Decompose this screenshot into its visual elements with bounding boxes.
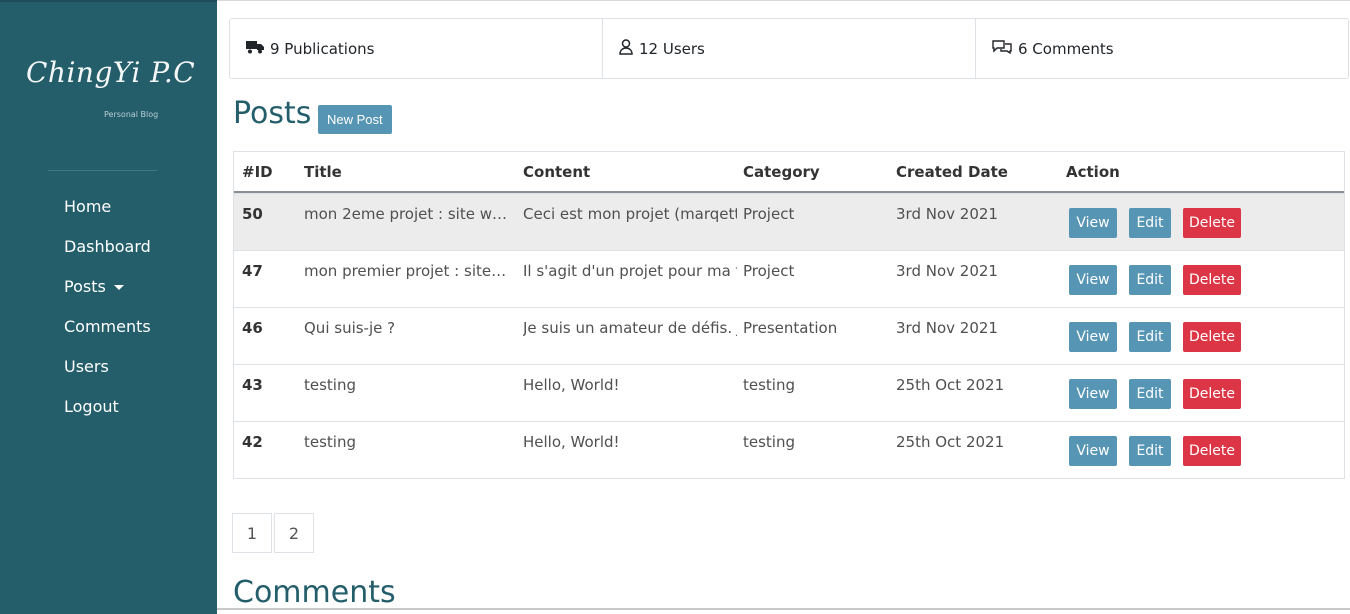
cell-id: 50 [242,205,263,223]
new-post-button[interactable]: New Post [318,105,392,134]
window-bottom-border [217,608,1350,610]
comments-icon [992,39,1018,58]
sidebar-item-users[interactable]: Users [64,356,151,396]
table-row: 42 testing Hello, World! testing 25th Oc… [234,421,1344,478]
posts-table: #ID Title Content Category Created Date … [233,151,1345,479]
cell-title: Qui suis-je ? [304,319,396,337]
brand-tagline: Personal Blog [104,110,159,119]
delete-button[interactable]: Delete [1183,322,1241,352]
stat-comments: 6 Comments [975,19,1348,78]
sidebar-item-dashboard[interactable]: Dashboard [64,236,151,276]
sidebar: ChingYi P.C Personal Blog Home Dashboard… [0,0,217,614]
view-button[interactable]: View [1069,379,1117,409]
edit-button[interactable]: Edit [1129,208,1171,238]
cell-category: testing [743,376,796,394]
cell-category: Project [743,205,795,223]
page-link-1[interactable]: 1 [232,513,272,553]
stat-publications: 9 Publications [230,19,602,78]
cell-category: testing [743,433,796,451]
cell-id: 47 [242,262,263,280]
pagination: 1 2 [232,513,316,553]
table-header: #ID Title Content Category Created Date … [234,152,1344,193]
table-row: 47 mon premier projet : site w... Il s'a… [234,250,1344,307]
column-header-created-date[interactable]: Created Date [896,163,1008,181]
delete-button[interactable]: Delete [1183,436,1241,466]
posts-heading: Posts [233,96,312,131]
column-header-category[interactable]: Category [743,163,820,181]
sidebar-item-comments[interactable]: Comments [64,316,151,356]
edit-button[interactable]: Edit [1129,379,1171,409]
view-button[interactable]: View [1069,322,1117,352]
cell-date: 3rd Nov 2021 [896,205,998,223]
page-link-2[interactable]: 2 [274,513,314,553]
cell-content: Hello, World! [523,376,620,394]
cell-title: mon 2eme projet : site we... [304,205,509,223]
sidebar-item-logout[interactable]: Logout [64,396,151,436]
sidebar-item-home[interactable]: Home [64,196,151,236]
cell-title: mon premier projet : site w... [304,262,509,280]
table-row: 50 mon 2eme projet : site we... Ceci est… [234,193,1344,250]
cell-date: 3rd Nov 2021 [896,319,998,337]
view-button[interactable]: View [1069,265,1117,295]
brand-logo[interactable]: ChingYi P.C [26,56,195,89]
sidebar-divider [48,170,157,171]
cell-id: 43 [242,376,263,394]
cell-date: 3rd Nov 2021 [896,262,998,280]
delete-button[interactable]: Delete [1183,208,1241,238]
truck-icon [246,40,270,58]
cell-date: 25th Oct 2021 [896,433,1005,451]
cell-category: Project [743,262,795,280]
table-row: 43 testing Hello, World! testing 25th Oc… [234,364,1344,421]
view-button[interactable]: View [1069,436,1117,466]
cell-content: Je suis un amateur de défis. J'a [523,319,737,337]
main-top-border [217,0,1350,1]
edit-button[interactable]: Edit [1129,322,1171,352]
caret-down-icon [113,285,124,290]
stat-users: 12 Users [602,19,975,78]
table-row: 46 Qui suis-je ? Je suis un amateur de d… [234,307,1344,364]
cell-content: Hello, World! [523,433,620,451]
sidebar-nav: Home Dashboard Posts Comments Users Logo… [64,196,151,436]
cell-category: Presentation [743,319,838,337]
sidebar-top-border [0,0,217,2]
cell-title: testing [304,433,357,451]
column-header-action: Action [1066,162,1120,181]
delete-button[interactable]: Delete [1183,379,1241,409]
column-header-content[interactable]: Content [523,163,590,181]
delete-button[interactable]: Delete [1183,265,1241,295]
cell-id: 42 [242,433,263,451]
cell-id: 46 [242,319,263,337]
edit-button[interactable]: Edit [1129,265,1171,295]
cell-content: Il s'agit d'un projet pour ma fo [523,262,737,280]
column-header-id[interactable]: #ID [242,163,273,181]
stat-publications-text: 9 Publications [270,39,375,58]
sidebar-item-posts[interactable]: Posts [64,276,151,316]
stat-users-text: 12 Users [639,39,705,58]
stats-bar: 9 Publications 12 Users 6 Comments [229,18,1349,79]
user-icon [619,38,639,59]
view-button[interactable]: View [1069,208,1117,238]
column-header-title[interactable]: Title [304,163,342,181]
sidebar-item-label: Posts [64,277,106,296]
comments-heading: Comments [233,575,396,610]
cell-date: 25th Oct 2021 [896,376,1005,394]
cell-title: testing [304,376,357,394]
cell-content: Ceci est mon projet (marqette [523,205,737,223]
edit-button[interactable]: Edit [1129,436,1171,466]
stat-comments-text: 6 Comments [1018,39,1114,58]
